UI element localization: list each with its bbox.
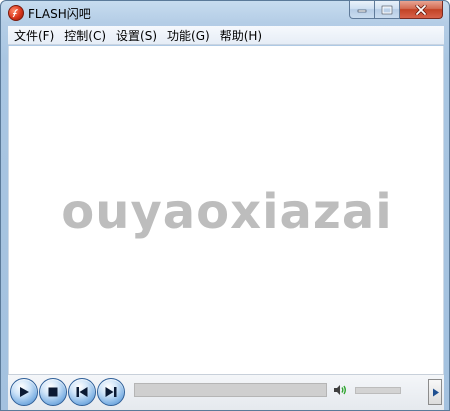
menu-control[interactable]: 控制(C) <box>62 27 112 44</box>
menu-functions[interactable]: 功能(G) <box>165 27 216 44</box>
close-icon <box>415 4 427 15</box>
close-button[interactable] <box>400 1 443 19</box>
previous-button[interactable] <box>68 378 96 406</box>
play-icon <box>20 387 29 397</box>
minimize-icon <box>357 9 367 12</box>
previous-icon <box>76 387 88 397</box>
seek-progress-bar[interactable] <box>134 383 327 397</box>
stop-icon <box>48 387 58 397</box>
maximize-icon <box>381 5 393 14</box>
flash-display-area[interactable]: ouyaoxiazai <box>8 46 444 374</box>
window-controls <box>349 1 443 19</box>
stop-button[interactable] <box>39 378 67 406</box>
menu-bar: 文件(F) 控制(C) 设置(S) 功能(G) 帮助(H) <box>8 26 444 45</box>
minimize-button[interactable] <box>349 1 375 19</box>
play-button[interactable] <box>10 378 38 406</box>
volume-slider[interactable] <box>355 387 401 394</box>
speaker-icon[interactable] <box>332 382 348 398</box>
menu-help[interactable]: 帮助(H) <box>218 27 268 44</box>
next-button[interactable] <box>97 378 125 406</box>
window-title: FLASH闪吧 <box>28 7 91 21</box>
title-bar[interactable]: FLASH闪吧 <box>1 1 449 25</box>
menu-settings[interactable]: 设置(S) <box>114 27 163 44</box>
menu-file[interactable]: 文件(F) <box>12 27 60 44</box>
expand-panel-button[interactable] <box>428 379 442 405</box>
app-window: FLASH闪吧 文件(F) 控制(C) 设置(S) 功能(G) 帮助(H) ou… <box>0 0 450 411</box>
next-icon <box>105 387 117 397</box>
triangle-right-icon <box>433 388 439 397</box>
playback-control-bar <box>8 374 444 410</box>
watermark-text: ouyaoxiazai <box>61 184 393 240</box>
maximize-button[interactable] <box>375 1 400 19</box>
flash-app-icon <box>8 5 24 21</box>
